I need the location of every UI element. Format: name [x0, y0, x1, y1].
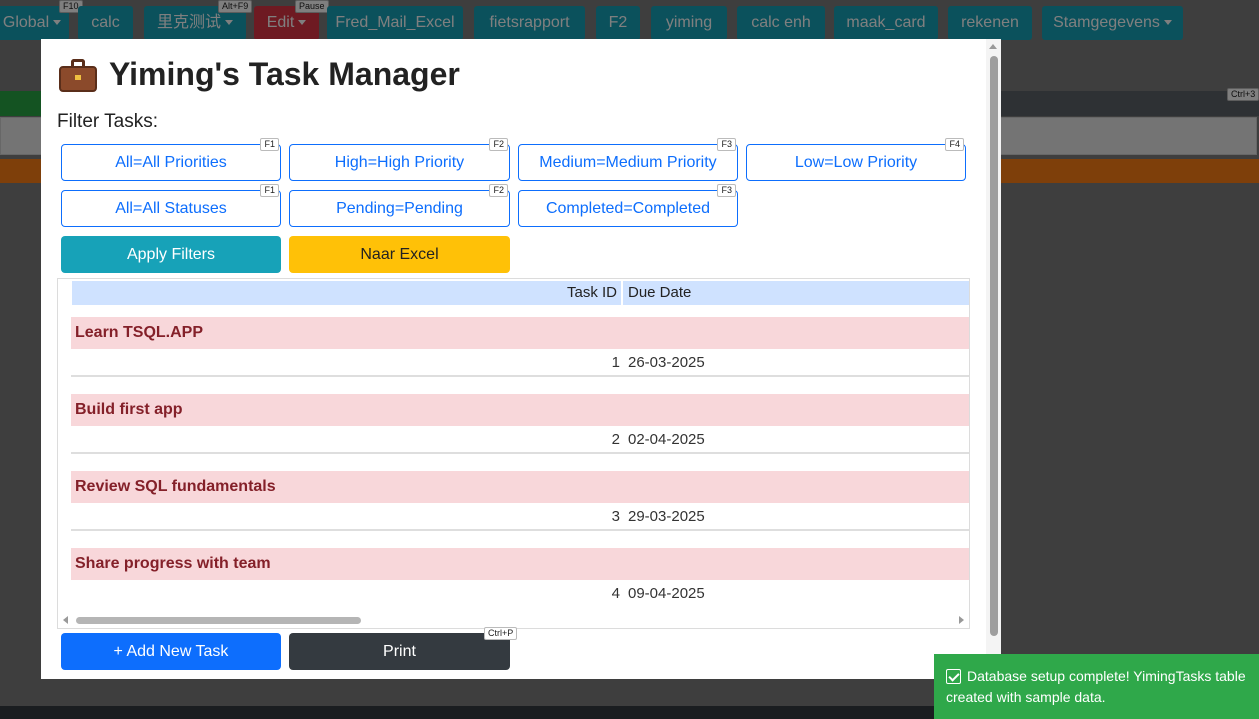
toast-message: Database setup complete! YimingTasks tab… — [946, 668, 1246, 705]
print-button[interactable]: Print — [289, 633, 510, 670]
table-row[interactable]: 2 02-04-2025 — [71, 426, 969, 454]
scrollbar-thumb[interactable] — [76, 617, 361, 624]
add-new-task-button[interactable]: + Add New Task — [61, 633, 281, 670]
scroll-up-icon[interactable] — [989, 44, 997, 49]
table-row[interactable]: 1 26-03-2025 — [71, 349, 969, 377]
column-header-due-date[interactable]: Due Date — [625, 281, 691, 305]
briefcase-icon — [59, 58, 97, 92]
due-date-cell: 09-04-2025 — [628, 585, 705, 602]
modal-title: Yiming's Task Manager — [59, 56, 460, 93]
filter-label: High=High Priority — [334, 154, 465, 171]
task-id-cell: 2 — [611, 431, 620, 448]
scrollbar-thumb[interactable] — [990, 56, 998, 636]
task-id-cell: 1 — [611, 354, 620, 371]
filter-status-completed[interactable]: Completed=Completed F3 — [518, 184, 738, 227]
scroll-right-icon[interactable] — [959, 616, 964, 624]
filter-status-pending[interactable]: Pending=Pending F2 — [289, 184, 510, 227]
shortcut-badge: F1 — [260, 184, 279, 197]
task-group-row[interactable]: Build first app — [71, 394, 969, 426]
task-group-row[interactable]: Review SQL fundamentals — [71, 471, 969, 503]
task-group-row[interactable]: Learn TSQL.APP — [71, 317, 969, 349]
shortcut-badge: F1 — [260, 138, 279, 151]
apply-filters-button[interactable]: Apply Filters — [61, 236, 281, 273]
shortcut-badge: F4 — [945, 138, 964, 151]
filter-label: Medium=Medium Priority — [539, 154, 717, 171]
naar-excel-button[interactable]: Naar Excel — [289, 236, 510, 273]
task-manager-modal: Yiming's Task Manager Filter Tasks: All=… — [41, 39, 1001, 679]
filter-label: Completed=Completed — [545, 200, 711, 217]
filter-label: Low=Low Priority — [794, 154, 918, 171]
tasks-grid: Task ID Due Date Learn TSQL.APP 1 26-03-… — [57, 278, 970, 629]
horizontal-scrollbar[interactable] — [58, 612, 969, 628]
shortcut-badge: F3 — [717, 184, 736, 197]
shortcut-badge: F3 — [717, 138, 736, 151]
task-id-cell: 3 — [611, 508, 620, 525]
filter-priority-low[interactable]: Low=Low Priority F4 — [746, 138, 966, 181]
scroll-left-icon[interactable] — [63, 616, 68, 624]
filter-label: All=All Priorities — [115, 154, 227, 171]
filter-priority-all[interactable]: All=All Priorities F1 — [61, 138, 281, 181]
due-date-cell: 26-03-2025 — [628, 354, 705, 371]
table-row[interactable]: 4 09-04-2025 — [71, 580, 969, 608]
grid-header: Task ID Due Date — [72, 281, 969, 305]
column-header-task-id[interactable]: Task ID — [72, 281, 623, 305]
filter-priority-high[interactable]: High=High Priority F2 — [289, 138, 510, 181]
shortcut-badge: F2 — [489, 138, 508, 151]
filter-status-all[interactable]: All=All Statuses F1 — [61, 184, 281, 227]
filter-priority-medium[interactable]: Medium=Medium Priority F3 — [518, 138, 738, 181]
page-title: Yiming's Task Manager — [109, 56, 460, 92]
filter-tasks-label: Filter Tasks: — [57, 111, 159, 132]
shortcut-badge: F2 — [489, 184, 508, 197]
checkmark-icon — [946, 669, 961, 684]
due-date-cell: 29-03-2025 — [628, 508, 705, 525]
vertical-scrollbar[interactable] — [986, 39, 1001, 679]
success-toast[interactable]: Database setup complete! YimingTasks tab… — [934, 654, 1259, 719]
table-row[interactable]: 3 29-03-2025 — [71, 503, 969, 531]
task-group-row[interactable]: Share progress with team — [71, 548, 969, 580]
task-id-cell: 4 — [611, 585, 620, 602]
filter-label: All=All Statuses — [115, 200, 227, 217]
shortcut-badge: Ctrl+P — [484, 627, 518, 640]
due-date-cell: 02-04-2025 — [628, 431, 705, 448]
filter-label: Pending=Pending — [336, 200, 463, 217]
